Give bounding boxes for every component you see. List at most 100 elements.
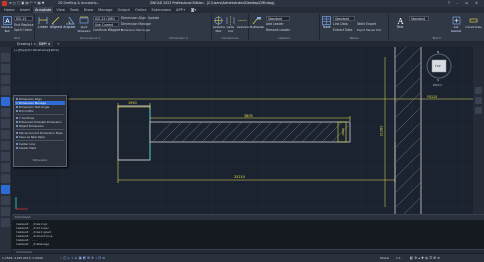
svg-text:A: A bbox=[5, 17, 10, 25]
offset-tool-icon[interactable] bbox=[1, 185, 10, 194]
model-space-toggle[interactable]: Model bbox=[380, 256, 389, 260]
ribbon-group-tables: Table Standard Link Data Table Export Ex… bbox=[320, 14, 389, 40]
menu-item-object-dimension[interactable]: Object Dimension bbox=[15, 124, 65, 128]
menu-separator bbox=[16, 129, 64, 130]
object-dimension-icon bbox=[15, 124, 19, 128]
command-panel: Command Command: _dimalign Command: _dim… bbox=[12, 214, 484, 254]
dimension-style-dropdown[interactable]: ISO-25 (DIM) bbox=[93, 16, 119, 21]
add-leader-row[interactable]: Add Leader bbox=[266, 22, 284, 26]
move-tool-icon[interactable] bbox=[1, 141, 10, 150]
help-icon[interactable]: ? bbox=[448, 1, 450, 5]
menu-item-center-mark[interactable]: Center Mark bbox=[15, 146, 65, 150]
table-button[interactable]: Table bbox=[321, 16, 332, 29]
centerline-button[interactable]: Centerline bbox=[237, 16, 249, 29]
spell-check-row[interactable]: Spell Check bbox=[14, 28, 32, 32]
zoom-icon[interactable] bbox=[475, 97, 482, 104]
aligned-dim-button[interactable]: Aligned bbox=[50, 16, 62, 29]
quick-dimension-button[interactable]: Quick Dimension bbox=[77, 16, 91, 33]
multiline-text-icon: A bbox=[2, 16, 12, 25]
annotation-scale[interactable]: 1:1 bbox=[396, 256, 401, 260]
current-scale-button[interactable]: Current Scale bbox=[465, 16, 482, 29]
coordinate-readout: 1.2584, 2185.0015, 0.0000 bbox=[2, 256, 44, 260]
viewcube-top-face[interactable]: TOP bbox=[435, 64, 441, 68]
export-table-text-row[interactable]: Export Tabular Text bbox=[357, 28, 381, 32]
line-tool-icon[interactable] bbox=[1, 53, 10, 62]
maximize-button[interactable]: ▭ bbox=[465, 1, 468, 5]
update-row[interactable]: Update bbox=[148, 16, 159, 20]
dim-layer-dropdown[interactable]: Use Current bbox=[93, 22, 119, 27]
text-tool-icon[interactable] bbox=[1, 119, 10, 128]
dim-text-right-vertical: 1000 bbox=[340, 128, 345, 136]
quick-access-toolbar[interactable]: ≡ ◻ ▢ ▣ ▤ ↶ ↷ ▦ ▼ bbox=[9, 1, 44, 5]
table-export-row[interactable]: Table Export bbox=[357, 22, 376, 26]
remove-leader-row[interactable]: Remove Leader bbox=[266, 28, 290, 32]
right-text-style-dropdown[interactable]: Standard bbox=[409, 16, 429, 21]
menu-separator bbox=[16, 140, 64, 141]
mirror-tool-icon[interactable] bbox=[1, 174, 10, 183]
hatched-beam bbox=[149, 121, 351, 143]
extract-data-row[interactable]: Extract Data bbox=[333, 28, 352, 32]
multileader-button[interactable]: Multileader bbox=[250, 16, 264, 29]
app-logo-icon bbox=[2, 1, 7, 6]
angular-dim-button[interactable]: Angular bbox=[63, 16, 76, 29]
wcs-dropdown[interactable]: WCS ▾ bbox=[433, 83, 442, 87]
rotate-tool-icon[interactable] bbox=[1, 163, 10, 172]
copy-tool-icon[interactable] bbox=[1, 152, 10, 161]
center-line-icon bbox=[226, 16, 235, 25]
center-line-button[interactable]: Center Line bbox=[225, 16, 236, 33]
table-style-dropdown[interactable]: Standard bbox=[333, 16, 355, 21]
dim-text-mid: 3805 bbox=[244, 114, 253, 118]
linear-dim-button[interactable]: Linear bbox=[37, 16, 49, 29]
multileader-icon bbox=[252, 17, 261, 25]
svg-text:A: A bbox=[396, 17, 403, 25]
workspace-selector[interactable]: 2D Drafting & Annotatio... bbox=[58, 1, 99, 5]
leader-style-dropdown[interactable]: Standard bbox=[266, 16, 290, 21]
group-label-centerlines: Centerlines bbox=[221, 36, 239, 40]
viewport-label[interactable]: [+][Top][2D Wireframe][WCS] bbox=[14, 48, 59, 52]
pan-icon[interactable] bbox=[475, 87, 482, 94]
window-title: ZWCAD 2023 Professional Edition - [C:\Us… bbox=[150, 1, 275, 6]
status-right-icons[interactable]: ◧ ⚙ ▴ ✚ ◍ ☰ ⊞ ≡ bbox=[410, 256, 440, 260]
polyline-tool-icon[interactable] bbox=[1, 64, 10, 73]
table-icon bbox=[322, 16, 331, 25]
block-tool-icon[interactable] bbox=[1, 130, 10, 139]
ordinate-icon bbox=[15, 120, 19, 124]
orbit-icon[interactable] bbox=[475, 107, 482, 114]
close-button[interactable]: ✕ bbox=[475, 1, 478, 5]
linear-dimension-icon bbox=[38, 17, 48, 24]
menu-item-dim-ortho[interactable]: Dim Ortho bbox=[15, 109, 65, 113]
group-label-dimension: Dimension ▾ bbox=[169, 36, 188, 40]
scale-icon bbox=[469, 18, 478, 23]
hatch-tool-icon[interactable] bbox=[1, 108, 10, 117]
continue-row[interactable]: Continue ▾ bbox=[93, 28, 109, 32]
center-mark-icon bbox=[214, 16, 223, 25]
center-mark-button[interactable]: Centerline Mark bbox=[213, 16, 225, 33]
menu-item-save-new-style[interactable]: Save as New Style bbox=[15, 135, 65, 139]
minimize-button[interactable]: – bbox=[456, 1, 458, 5]
dimension-tool-icon[interactable] bbox=[1, 97, 10, 106]
text-style-dropdown[interactable]: ISO-25 bbox=[14, 16, 33, 21]
quick-dimension-icon bbox=[79, 16, 89, 24]
layers-tool-icon[interactable] bbox=[1, 218, 10, 227]
circle-tool-icon[interactable] bbox=[1, 75, 10, 84]
dim-line-bottom bbox=[117, 142, 396, 183]
angular-dimension-icon bbox=[65, 16, 75, 25]
dim-align-row[interactable]: Dimension Align bbox=[121, 16, 146, 20]
properties-tool-icon[interactable] bbox=[1, 207, 10, 216]
viewcube-south[interactable]: S bbox=[437, 78, 439, 82]
dimension-flyout-menu: Dimension Align Dimension Manage Dimensi… bbox=[13, 95, 67, 167]
center-mark-menu-icon bbox=[15, 146, 19, 150]
group-label-tables: Tables bbox=[349, 36, 359, 40]
menu-separator bbox=[16, 114, 64, 115]
drafting-mode-toggles[interactable]: ∷ ◫ ⊥ ⌗ ∠ ▣ ◩ ⊞ ⊕ ⟂ ⊡ ≡ bbox=[60, 256, 105, 260]
link-data-row[interactable]: Link Data bbox=[333, 22, 348, 26]
viewcube-north[interactable]: N bbox=[437, 50, 439, 54]
right-column bbox=[384, 47, 422, 214]
arc-tool-icon[interactable] bbox=[1, 86, 10, 95]
drawing-canvas[interactable]: [+][Top][2D Wireframe][WCS] 1950 3805 25… bbox=[12, 47, 473, 214]
find-replace-row[interactable]: Find Replace bbox=[14, 23, 34, 27]
multiline-text-button[interactable]: A Multiline Text bbox=[1, 16, 13, 33]
text-button[interactable]: A Text bbox=[393, 16, 407, 29]
add-selected-button[interactable]: Add Selected bbox=[449, 16, 463, 33]
trim-tool-icon[interactable] bbox=[1, 196, 10, 205]
